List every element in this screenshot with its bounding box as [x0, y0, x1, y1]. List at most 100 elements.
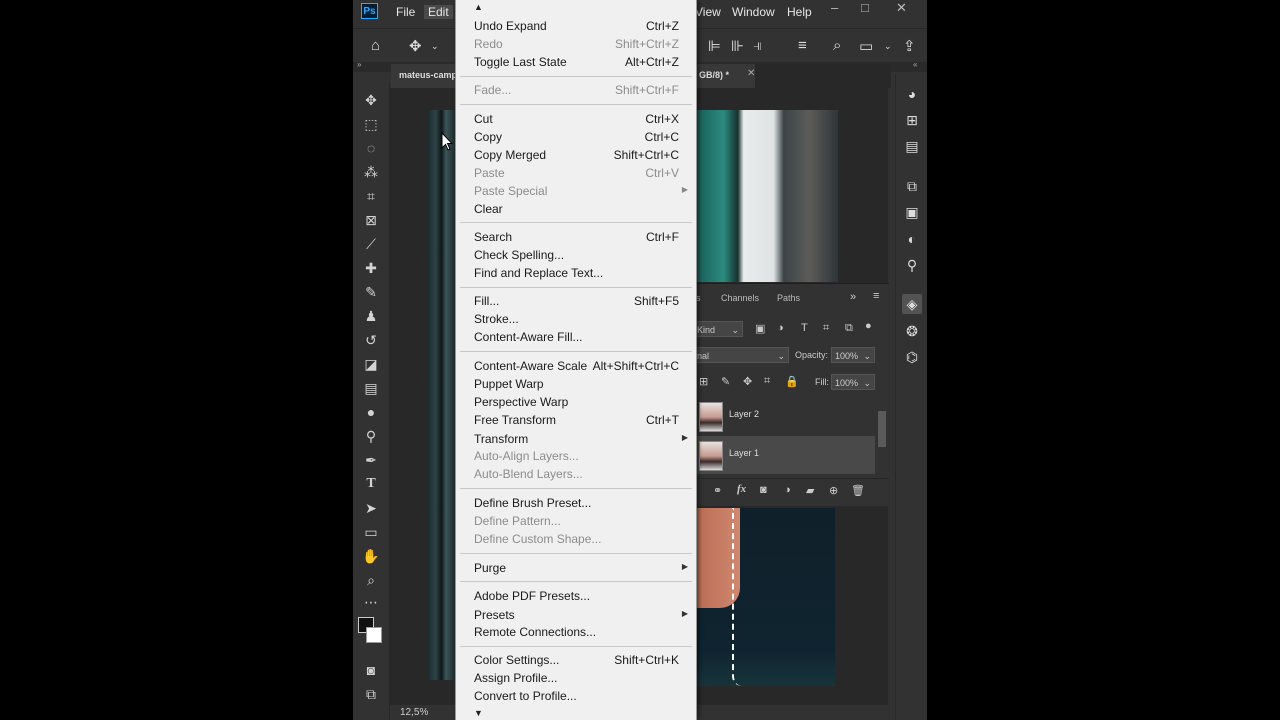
menu-edit[interactable]: Edit	[424, 5, 453, 19]
menu-item-undo-expand[interactable]: Undo Expand Ctrl+Z	[456, 17, 696, 35]
filter-smart-object-icon[interactable]: ⧉	[845, 322, 853, 335]
lock-artboard-icon[interactable]: ⌗	[764, 375, 770, 388]
home-icon[interactable]: ⌂	[371, 37, 380, 54]
menu-item-redo[interactable]: Redo Shift+Ctrl+Z	[456, 35, 696, 53]
align-right-icon[interactable]: ⫣	[753, 37, 762, 54]
move-tool-icon[interactable]: ✥	[409, 37, 422, 55]
group-folder-icon[interactable]: ▰	[806, 484, 814, 497]
zoom-icon[interactable]: ⌕	[361, 570, 381, 590]
layers-panel-icon[interactable]: ◈	[902, 294, 922, 314]
new-layer-icon[interactable]: ⊕	[829, 484, 838, 497]
filter-pixel-icon[interactable]: ▣	[755, 322, 765, 335]
magic-wand-icon[interactable]: ⁂	[361, 162, 381, 182]
move-icon[interactable]: ✥	[361, 90, 381, 110]
add-mask-icon[interactable]: ◙	[760, 484, 767, 496]
menu-item-cut[interactable]: Cut Ctrl+X	[456, 110, 696, 128]
menu-item-fade[interactable]: Fade... Shift+Ctrl+F	[456, 81, 696, 99]
blur-icon[interactable]: ●	[361, 402, 381, 422]
menu-item-check-spelling[interactable]: Check Spelling...	[456, 246, 696, 264]
expand-arrows-icon[interactable]: »	[357, 60, 361, 69]
stamp-icon[interactable]: ♟	[361, 306, 381, 326]
tab-close-icon[interactable]: ✕	[747, 68, 755, 79]
menu-item-remote-connections[interactable]: Remote Connections...	[456, 623, 696, 641]
type-icon[interactable]: T	[361, 474, 381, 494]
maximize-icon[interactable]: □	[861, 0, 869, 15]
delete-layer-icon[interactable]: 🗑	[851, 484, 865, 497]
menu-view[interactable]: View	[695, 5, 721, 19]
marquee-icon[interactable]: ⬚	[361, 114, 381, 134]
collapse-arrows-icon[interactable]: «	[913, 60, 917, 69]
menu-item-define-brush-preset[interactable]: Define Brush Preset...	[456, 494, 696, 512]
menu-item-clear[interactable]: Clear	[456, 200, 696, 218]
fill-input[interactable]: 100% ⌄	[831, 374, 875, 390]
close-icon[interactable]: ✕	[896, 0, 907, 16]
panel-menu-icon[interactable]: ≡	[873, 290, 879, 302]
filter-adjustment-icon[interactable]: ◑	[777, 322, 784, 334]
menu-item-adobe-pdf-presets[interactable]: Adobe PDF Presets...	[456, 587, 696, 605]
frame-icon[interactable]: ⊠	[361, 210, 381, 230]
menu-item-define-pattern[interactable]: Define Pattern...	[456, 512, 696, 530]
menu-window[interactable]: Window	[732, 5, 775, 19]
zoom-level[interactable]: 12,5%	[400, 707, 428, 718]
menu-item-paste-special[interactable]: Paste Special ▶	[456, 182, 696, 200]
styles-icon[interactable]: ◐	[902, 229, 922, 249]
screen-mode-icon[interactable]: ⧉	[361, 684, 381, 704]
tab-channels[interactable]: Channels	[721, 293, 759, 303]
healing-brush-icon[interactable]: ✚	[361, 258, 381, 278]
hand-icon[interactable]: ✋	[361, 546, 381, 566]
paths-panel-icon[interactable]: ⌬	[902, 347, 922, 367]
brush-icon[interactable]: ✎	[361, 282, 381, 302]
layers-scrollbar[interactable]	[878, 401, 886, 471]
menu-help[interactable]: Help	[787, 5, 812, 19]
chevron-down-icon[interactable]: ⌄	[431, 41, 439, 52]
tab-paths[interactable]: Paths	[777, 293, 800, 303]
menu-item-copy[interactable]: Copy Ctrl+C	[456, 128, 696, 146]
menu-item-free-transform[interactable]: Free Transform Ctrl+T	[456, 411, 696, 429]
history-brush-icon[interactable]: ↺	[361, 330, 381, 350]
opacity-input[interactable]: 100% ⌄	[831, 347, 875, 363]
menu-item-define-custom-shape[interactable]: Define Custom Shape...	[456, 530, 696, 548]
menu-item-find-replace-text[interactable]: Find and Replace Text...	[456, 264, 696, 282]
layer-name[interactable]: Layer 2	[729, 409, 759, 419]
crop-icon[interactable]: ⌗	[361, 186, 381, 206]
rectangle-icon[interactable]: ▭	[361, 522, 381, 542]
channels-panel-icon[interactable]: ❂	[902, 321, 922, 341]
lasso-icon[interactable]: ◌	[361, 138, 381, 158]
menu-item-search[interactable]: Search Ctrl+F	[456, 228, 696, 246]
menu-scroll-up-icon[interactable]: ▲	[474, 2, 483, 12]
link-layers-icon[interactable]: ⚭	[713, 484, 722, 497]
menu-item-puppet-warp[interactable]: Puppet Warp	[456, 375, 696, 393]
lock-pixels-icon[interactable]: ✎	[721, 375, 730, 388]
layer-name[interactable]: Layer 1	[729, 448, 759, 458]
pen-icon[interactable]: ✒	[361, 450, 381, 470]
gradient-icon[interactable]: ▤	[361, 378, 381, 398]
minimize-icon[interactable]: –	[831, 0, 838, 15]
fx-icon[interactable]: fx	[737, 483, 746, 495]
menu-item-content-aware-fill[interactable]: Content-Aware Fill...	[456, 328, 696, 346]
dodge-icon[interactable]: ⚲	[361, 426, 381, 446]
share-icon[interactable]: ⇪	[903, 37, 916, 55]
path-selection-icon[interactable]: ➤	[361, 498, 381, 518]
menu-item-perspective-warp[interactable]: Perspective Warp	[456, 393, 696, 411]
color-palette-icon[interactable]: ◕	[902, 84, 922, 104]
lock-transparent-icon[interactable]: ⊞	[699, 375, 708, 388]
panel-collapse-icon[interactable]: »	[850, 291, 856, 303]
menu-item-auto-blend-layers[interactable]: Auto-Blend Layers...	[456, 465, 696, 483]
document-tab-suffix[interactable]: GB/8) *	[691, 64, 755, 88]
menu-item-toggle-last-state[interactable]: Toggle Last State Alt+Ctrl+Z	[456, 53, 696, 71]
eraser-icon[interactable]: ◪	[361, 354, 381, 374]
workspace-icon[interactable]: ▭	[859, 37, 873, 55]
layers-scroll-thumb[interactable]	[878, 411, 886, 447]
lightbulb-icon[interactable]: ⚲	[902, 255, 922, 275]
menu-item-transform[interactable]: Transform ▶	[456, 430, 696, 448]
quick-mask-icon[interactable]: ◙	[361, 660, 381, 680]
libraries-icon[interactable]: ▤	[902, 136, 922, 156]
blend-mode-select[interactable]: nal ⌄	[693, 347, 789, 363]
kind-filter-select[interactable]: Kind ⌄	[693, 321, 743, 337]
properties-icon[interactable]: ⧉	[902, 176, 922, 196]
adjustments-icon[interactable]: ▣	[902, 202, 922, 222]
align-left-icon[interactable]: ⊫	[708, 37, 721, 55]
menu-scroll-down-icon[interactable]: ▼	[474, 708, 483, 718]
layer-row[interactable]: Layer 2	[693, 397, 875, 435]
filter-type-icon[interactable]: T	[801, 322, 808, 334]
